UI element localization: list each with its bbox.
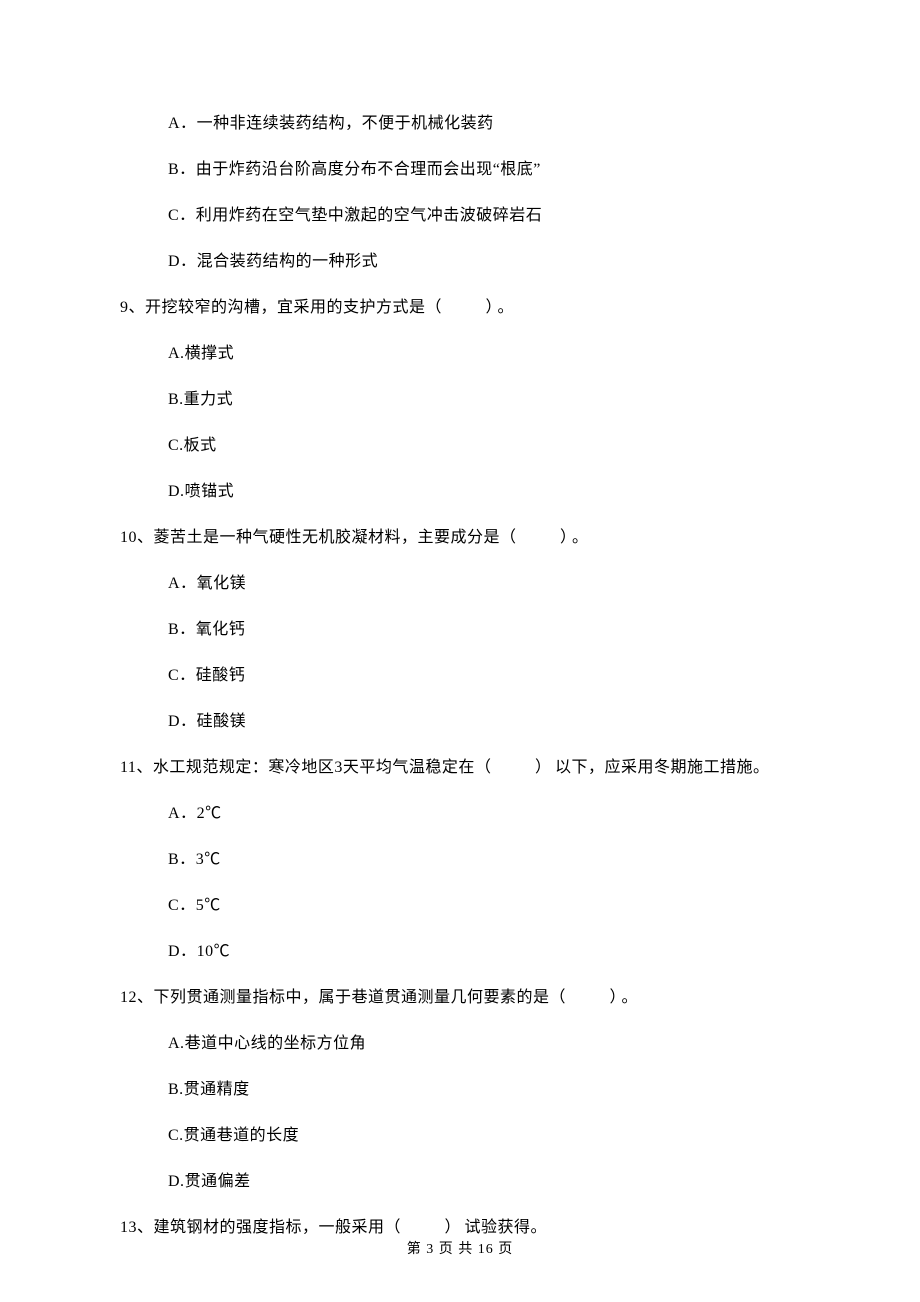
option-label: A． — [168, 805, 197, 822]
answer-option: A.横撑式 — [120, 342, 800, 366]
question-number: 11、 — [120, 759, 153, 776]
question-number: 13、 — [120, 1219, 154, 1236]
question-blank: （ ） — [550, 989, 622, 1006]
option-text: 5℃ — [196, 897, 221, 914]
option-text: 硅酸钙 — [196, 667, 246, 684]
option-text: 2℃ — [197, 805, 222, 822]
question-blank: （ ） — [426, 299, 498, 316]
answer-option: A．2℃ — [120, 802, 800, 826]
question-stem: 11、水工规范规定：寒冷地区3天平均气温稳定在（ ）以下，应采用冬期施工措施。 — [120, 756, 800, 780]
answer-option: D．10℃ — [120, 940, 800, 964]
question-text-before: 建筑钢材的强度指标，一般采用 — [154, 1219, 385, 1236]
option-text: 贯通精度 — [184, 1081, 250, 1098]
question-stem: 9、开挖较窄的沟槽，宜采用的支护方式是（ ）。 — [120, 296, 800, 320]
question-blank: （ ） — [500, 529, 572, 546]
option-text: 利用炸药在空气垫中激起的空气冲击波破碎岩石 — [196, 207, 543, 224]
option-label: B． — [168, 621, 196, 638]
answer-option: C．5℃ — [120, 894, 800, 918]
option-text: 一种非连续装药结构，不便于机械化装药 — [197, 115, 494, 132]
option-text: 3℃ — [196, 851, 221, 868]
question-blank: （ ） — [385, 1219, 465, 1236]
option-text: 巷道中心线的坐标方位角 — [185, 1035, 367, 1052]
answer-option: B．由于炸药沿台阶高度分布不合理而会出现“根底” — [120, 158, 800, 182]
option-label: C. — [168, 437, 184, 454]
option-label: D． — [168, 713, 197, 730]
question-text-before: 菱苦土是一种气硬性无机胶凝材料，主要成分是 — [154, 529, 501, 546]
option-text: 重力式 — [184, 391, 234, 408]
option-text: 混合装药结构的一种形式 — [197, 253, 379, 270]
option-text: 由于炸药沿台阶高度分布不合理而会出现“根底” — [196, 161, 541, 178]
option-text: 氧化钙 — [196, 621, 246, 638]
option-text: 喷锚式 — [185, 483, 235, 500]
answer-option: D.喷锚式 — [120, 480, 800, 504]
question-text-after: 以下，应采用冬期施工措施。 — [555, 759, 770, 776]
answer-option: A.巷道中心线的坐标方位角 — [120, 1032, 800, 1056]
question-text-before: 下列贯通测量指标中，属于巷道贯通测量几何要素的是 — [154, 989, 550, 1006]
option-label: D． — [168, 943, 197, 960]
question-text-after: 。 — [622, 989, 639, 1006]
question-stem: 12、下列贯通测量指标中，属于巷道贯通测量几何要素的是（ ）。 — [120, 986, 800, 1010]
option-label: A． — [168, 115, 197, 132]
option-label: D． — [168, 253, 197, 270]
answer-option: C.贯通巷道的长度 — [120, 1124, 800, 1148]
answer-option: C．利用炸药在空气垫中激起的空气冲击波破碎岩石 — [120, 204, 800, 228]
answer-option: C.板式 — [120, 434, 800, 458]
question-number: 9、 — [120, 299, 145, 316]
content-area: A．一种非连续装药结构，不便于机械化装药B．由于炸药沿台阶高度分布不合理而会出现… — [120, 112, 800, 1240]
answer-option: B.贯通精度 — [120, 1078, 800, 1102]
option-label: B． — [168, 161, 196, 178]
answer-option: B．3℃ — [120, 848, 800, 872]
option-label: B. — [168, 1081, 184, 1098]
option-label: C． — [168, 897, 196, 914]
option-text: 硅酸镁 — [197, 713, 247, 730]
option-label: C. — [168, 1127, 184, 1144]
option-label: A． — [168, 575, 197, 592]
option-text: 贯通偏差 — [185, 1173, 251, 1190]
question-text-before: 水工规范规定：寒冷地区3天平均气温稳定在 — [153, 759, 475, 776]
answer-option: A．一种非连续装药结构，不便于机械化装药 — [120, 112, 800, 136]
question-number: 10、 — [120, 529, 154, 546]
answer-option: D．硅酸镁 — [120, 710, 800, 734]
option-text: 贯通巷道的长度 — [184, 1127, 300, 1144]
question-stem: 10、菱苦土是一种气硬性无机胶凝材料，主要成分是（ ）。 — [120, 526, 800, 550]
answer-option: B.重力式 — [120, 388, 800, 412]
page-footer: 第 3 页 共 16 页 — [0, 1239, 920, 1260]
answer-option: A．氧化镁 — [120, 572, 800, 596]
answer-option: B．氧化钙 — [120, 618, 800, 642]
option-text: 氧化镁 — [197, 575, 247, 592]
question-text-after: 。 — [572, 529, 589, 546]
answer-option: C．硅酸钙 — [120, 664, 800, 688]
question-stem: 13、建筑钢材的强度指标，一般采用（ ）试验获得。 — [120, 1216, 800, 1240]
answer-option: D.贯通偏差 — [120, 1170, 800, 1194]
question-text-before: 开挖较窄的沟槽，宜采用的支护方式是 — [145, 299, 426, 316]
page: A．一种非连续装药结构，不便于机械化装药B．由于炸药沿台阶高度分布不合理而会出现… — [0, 0, 920, 1302]
option-text: 10℃ — [197, 943, 231, 960]
answer-option: D．混合装药结构的一种形式 — [120, 250, 800, 274]
option-label: C． — [168, 207, 196, 224]
option-label: C． — [168, 667, 196, 684]
option-label: A. — [168, 1035, 185, 1052]
option-label: D. — [168, 1173, 185, 1190]
question-text-after: 。 — [498, 299, 515, 316]
option-label: A. — [168, 345, 185, 362]
question-blank: （ ） — [475, 759, 555, 776]
option-label: B. — [168, 391, 184, 408]
option-label: B． — [168, 851, 196, 868]
option-label: D. — [168, 483, 185, 500]
option-text: 板式 — [184, 437, 217, 454]
question-text-after: 试验获得。 — [465, 1219, 548, 1236]
question-number: 12、 — [120, 989, 154, 1006]
option-text: 横撑式 — [185, 345, 235, 362]
